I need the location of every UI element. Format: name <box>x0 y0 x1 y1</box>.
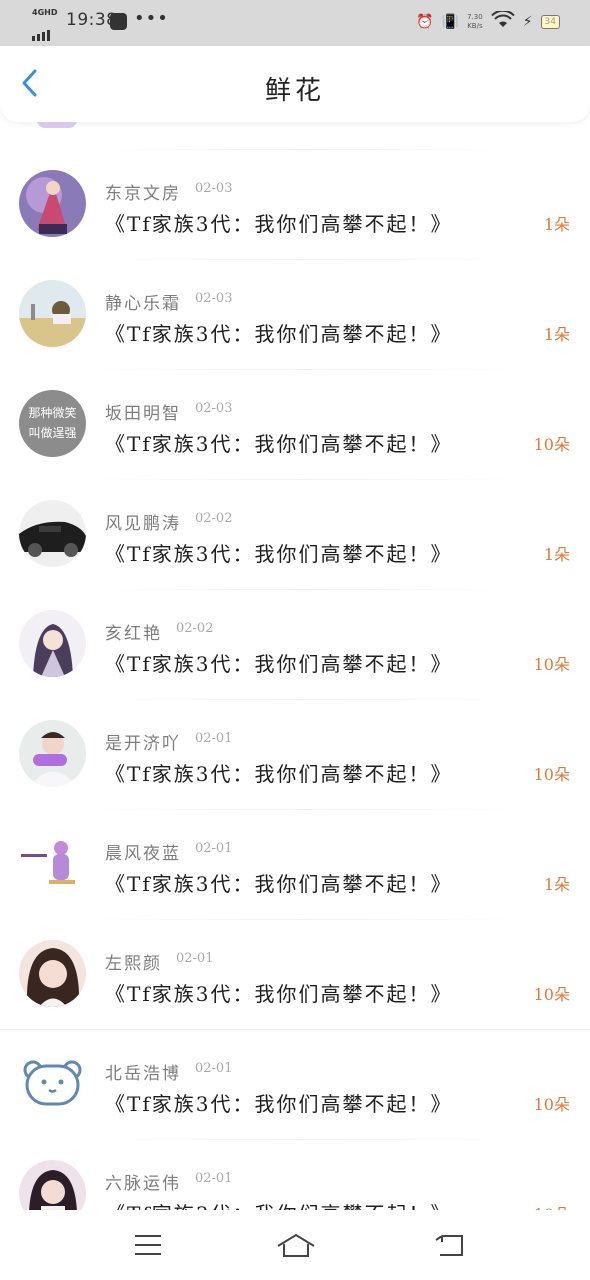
flower-count: 1朵 <box>543 875 570 894</box>
book-title[interactable]: 《Tf家族3代：我你们高攀不起！》 <box>105 538 452 567</box>
book-title[interactable]: 《Tf家族3代：我你们高攀不起！》 <box>105 758 452 787</box>
avatar[interactable] <box>19 610 86 677</box>
sender-name[interactable]: 坂田明智 <box>105 399 181 424</box>
flower-count: 10朵 <box>534 1201 570 1210</box>
network-speed: 7.30 KB/s <box>467 13 483 31</box>
avatar[interactable] <box>19 170 86 237</box>
list-item[interactable]: 风见鹏涛 02-02 《Tf家族3代：我你们高攀不起！》 1朵 <box>0 479 590 589</box>
flower-count: 1朵 <box>543 215 570 234</box>
book-title[interactable]: 《Tf家族3代：我你们高攀不起！》 <box>105 428 452 457</box>
book-title[interactable]: 《Tf家族3代：我你们高攀不起！》 <box>105 978 452 1007</box>
menu-button[interactable] <box>133 1232 165 1258</box>
book-title[interactable]: 《Tf家族3代：我你们高攀不起！》 <box>105 208 452 237</box>
gift-date: 02-02 <box>195 511 233 526</box>
sender-name[interactable]: 静心乐霜 <box>105 289 181 314</box>
avatar[interactable] <box>19 500 86 567</box>
vibrate-icon: 📳 <box>441 14 460 30</box>
flower-count: 1朵 <box>543 545 570 564</box>
network-label: 4GHD <box>32 8 58 17</box>
system-nav-bar <box>0 1210 590 1280</box>
sender-name[interactable]: 东京文房 <box>105 179 181 204</box>
avatar[interactable] <box>19 280 86 347</box>
avatar[interactable] <box>19 1160 86 1210</box>
alarm-icon: ⏰ <box>416 14 434 30</box>
flower-count: 10朵 <box>533 1095 570 1114</box>
home-icon <box>277 1233 315 1257</box>
avatar-text-line: 叫做逞强 <box>28 426 77 440</box>
flower-count: 1朵 <box>543 325 570 344</box>
avatar <box>37 122 77 128</box>
flower-count: 10朵 <box>533 435 570 454</box>
sender-name[interactable]: 北岳浩博 <box>105 1059 181 1084</box>
sender-name[interactable]: 亥红艳 <box>105 619 162 644</box>
book-title[interactable]: 《Tf家族3代：我你们高攀不起！》 <box>105 648 452 677</box>
list-item[interactable]: 东京文房 02-03 《Tf家族3代：我你们高攀不起！》 1朵 <box>0 149 590 259</box>
list-item[interactable]: 左熙颜 02-01 《Tf家族3代：我你们高攀不起！》 10朵 <box>0 919 590 1029</box>
book-title[interactable]: 《Tf家族3代：我你们高攀不起！》 <box>105 868 452 897</box>
avatar[interactable] <box>19 720 86 787</box>
sender-name[interactable]: 晨风夜蓝 <box>105 839 181 864</box>
status-bar: 4GHD 19:38 ••• ⏰ 📳 7.30 KB/s ⚡ 34 <box>0 0 590 46</box>
flower-count: 10朵 <box>533 655 570 674</box>
menu-icon <box>135 1235 161 1255</box>
avatar[interactable] <box>19 830 86 897</box>
list-item[interactable]: 那种微笑 叫做逞强 坂田明智 02-03 《Tf家族3代：我你们高攀不起！》 1… <box>0 369 590 479</box>
wifi-icon <box>490 9 515 33</box>
avatar[interactable] <box>19 1050 86 1117</box>
more-notifications: ••• <box>134 8 169 29</box>
home-button[interactable] <box>276 1232 316 1258</box>
list-item[interactable]: 亥红艳 02-02 《Tf家族3代：我你们高攀不起！》 10朵 <box>0 589 590 699</box>
avatar[interactable] <box>19 940 86 1007</box>
list-item[interactable]: 六脉运伟 02-01 《Tf家族3代：我你们高攀不起！》 10朵 <box>0 1139 590 1210</box>
gift-date: 02-03 <box>195 291 233 306</box>
gift-date: 02-01 <box>195 1171 233 1186</box>
battery-level: 34 <box>540 15 560 29</box>
gift-date: 02-01 <box>195 1061 233 1076</box>
avatar-text-line: 那种微笑 <box>28 406 77 420</box>
book-title[interactable]: 《Tf家族3代：我你们高攀不起！》 <box>105 1088 452 1117</box>
gift-date: 02-01 <box>195 731 233 746</box>
top-bar: 鲜花 <box>0 46 590 122</box>
message-icon <box>110 13 127 30</box>
sender-name[interactable]: 六脉运伟 <box>105 1169 181 1194</box>
sender-name[interactable]: 风见鹏涛 <box>105 509 181 534</box>
list-item[interactable]: 北岳浩博 02-01 《Tf家族3代：我你们高攀不起！》 10朵 <box>0 1029 590 1139</box>
return-button[interactable] <box>434 1232 466 1258</box>
sender-name[interactable]: 左熙颜 <box>105 949 162 974</box>
avatar[interactable]: 那种微笑 叫做逞强 <box>19 390 86 457</box>
sender-name[interactable]: 是开济吖 <box>105 729 181 754</box>
signal-icon: 4GHD <box>32 8 58 41</box>
gift-date: 02-03 <box>195 181 233 196</box>
page-title: 鲜花 <box>264 76 325 106</box>
list-item[interactable]: 晨风夜蓝 02-01 《Tf家族3代：我你们高攀不起！》 1朵 <box>0 809 590 919</box>
speed-unit: KB/s <box>467 22 483 30</box>
list-item[interactable]: 是开济吖 02-01 《Tf家族3代：我你们高攀不起！》 10朵 <box>0 699 590 809</box>
flower-count: 10朵 <box>533 985 570 1004</box>
gift-date: 02-01 <box>176 951 214 966</box>
charging-icon: ⚡ <box>522 14 533 30</box>
status-right: ⏰ 📳 7.30 KB/s ⚡ 34 <box>416 9 560 34</box>
flower-count: 10朵 <box>533 765 570 784</box>
book-title[interactable]: 《Tf家族3代：我你们高攀不起！》 <box>105 318 452 347</box>
list-item[interactable]: 静心乐霜 02-03 《Tf家族3代：我你们高攀不起！》 1朵 <box>0 259 590 369</box>
flower-gift-list: 东京文房 02-03 《Tf家族3代：我你们高攀不起！》 1朵 静心乐霜 02-… <box>0 122 590 1210</box>
speed-value: 7.30 <box>467 13 483 21</box>
gift-date: 02-02 <box>176 621 214 636</box>
return-icon <box>435 1235 463 1256</box>
gift-date: 02-03 <box>195 401 233 416</box>
book-title[interactable]: 《Tf家族3代：我你们高攀不起！》 <box>105 1198 452 1210</box>
gift-date: 02-01 <box>195 841 233 856</box>
